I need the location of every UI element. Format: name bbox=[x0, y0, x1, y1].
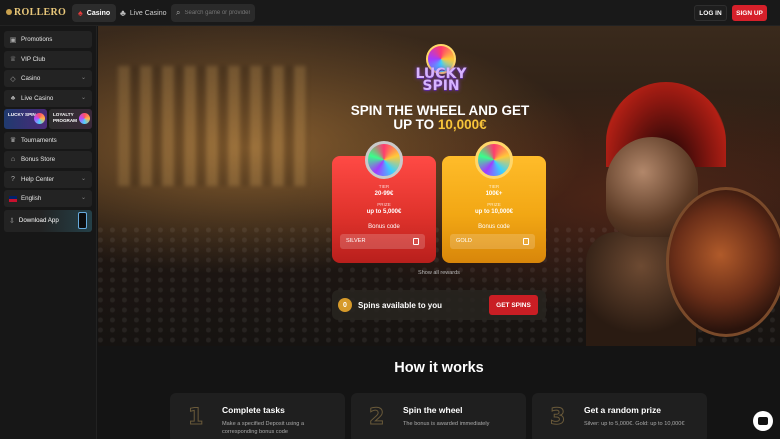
lucky-spin-logo: LUCKY SPIN bbox=[413, 44, 469, 106]
uk-flag-icon bbox=[9, 195, 17, 202]
chevron-down-icon: ⌄ bbox=[80, 75, 86, 81]
trophy-icon: ♛ bbox=[9, 137, 17, 144]
how-it-works-section: How it works 1 Complete tasks Make a spe… bbox=[98, 346, 780, 439]
chevron-down-icon: ⌄ bbox=[80, 94, 86, 101]
sidebar-item-help-center[interactable]: ? Help Center ⌄ bbox=[4, 170, 92, 188]
loyalty-program-promo-card[interactable]: LOYALTY PROGRAM bbox=[49, 109, 92, 129]
live-chat-button[interactable] bbox=[753, 411, 773, 431]
step-card-3: 3 Get a random prize Silver: up to 5,000… bbox=[532, 393, 707, 439]
lucky-spin-hero: LUCKY SPIN SPIN THE WHEEL AND GET UP TO … bbox=[98, 26, 780, 346]
sidebar-item-language[interactable]: English ⌄ bbox=[4, 190, 92, 207]
crown-icon: ♕ bbox=[9, 56, 17, 63]
silver-bonus-code-field[interactable]: SILVER bbox=[340, 234, 425, 249]
step-card-2: 2 Spin the wheel The bonus is awarded im… bbox=[351, 393, 526, 439]
hero-headline: SPIN THE WHEEL AND GET UP TO 10,000€ bbox=[350, 103, 530, 132]
sidebar-item-casino[interactable]: ◇ Casino ⌄ bbox=[4, 70, 92, 87]
copy-icon[interactable] bbox=[523, 238, 529, 245]
main-content: LUCKY SPIN SPIN THE WHEEL AND GET UP TO … bbox=[98, 26, 780, 439]
search-box[interactable]: ⌕ bbox=[171, 4, 255, 22]
store-icon: ⌂ bbox=[10, 156, 16, 163]
silver-wheel-icon bbox=[365, 141, 403, 179]
gold-wheel-icon bbox=[475, 141, 513, 179]
chevron-down-icon: ⌄ bbox=[80, 175, 86, 182]
login-button[interactable]: LOG IN bbox=[694, 5, 727, 21]
wheel-icon bbox=[34, 113, 45, 124]
download-icon: ⇩ bbox=[9, 217, 15, 225]
show-all-rewards-link[interactable]: Show all rewards bbox=[398, 270, 480, 276]
temple-background bbox=[118, 66, 308, 186]
rollero-logo[interactable]: ROLLERO bbox=[6, 7, 66, 18]
sidebar-item-vip-club[interactable]: ♕ VIP Club bbox=[4, 50, 92, 68]
sidebar-item-promotions[interactable]: ▣ Promotions bbox=[4, 31, 92, 48]
phone-icon bbox=[78, 211, 87, 229]
search-input[interactable] bbox=[184, 10, 251, 16]
logo-emblem-icon bbox=[6, 9, 12, 15]
help-icon: ? bbox=[11, 175, 15, 183]
chevron-down-icon: ⌄ bbox=[80, 195, 86, 201]
sidebar-item-tournaments[interactable]: ♛ Tournaments bbox=[4, 131, 92, 149]
silver-wheel-card: TIER 20-99€ PRIZE up to 5,000€ Bonus cod… bbox=[332, 141, 436, 263]
spins-available-panel: 0 Spins available to you GET SPINS bbox=[332, 290, 546, 320]
spins-count-badge: 0 bbox=[338, 298, 352, 312]
how-it-works-title: How it works bbox=[394, 360, 484, 376]
gift-icon: ▣ bbox=[9, 36, 17, 44]
gold-wheel-card: TIER 100€+ PRIZE up to 10,000€ Bonus cod… bbox=[442, 141, 546, 263]
casino-chip-icon: ♠ bbox=[78, 8, 83, 18]
copy-icon[interactable] bbox=[413, 238, 419, 245]
gold-bonus-code-field[interactable]: GOLD bbox=[450, 234, 535, 249]
search-icon: ⌕ bbox=[176, 8, 181, 17]
live-dealer-icon: ♣ bbox=[120, 8, 126, 18]
sidebar-item-bonus-store[interactable]: ⌂ Bonus Store bbox=[4, 151, 92, 168]
top-bar: ROLLERO ♠ Casino ♣ Live Casino ⌕ LOG IN … bbox=[0, 0, 780, 26]
chat-bubble-icon bbox=[758, 417, 768, 425]
live-dealer-icon: ♣ bbox=[10, 94, 16, 102]
step-card-1: 1 Complete tasks Make a specified Deposi… bbox=[170, 393, 345, 439]
sidebar-promo-row: LUCKY SPIN LOYALTY PROGRAM bbox=[4, 109, 92, 129]
download-app-button[interactable]: ⇩ Download App bbox=[4, 209, 92, 232]
tab-live-casino[interactable]: ♣ Live Casino bbox=[114, 4, 172, 22]
loyalty-badge-icon bbox=[79, 113, 90, 124]
tab-casino[interactable]: ♠ Casino bbox=[72, 4, 117, 22]
get-spins-button[interactable]: GET SPINS bbox=[489, 295, 538, 315]
lucky-spin-promo-card[interactable]: LUCKY SPIN bbox=[4, 109, 47, 129]
sidebar: ▣ Promotions ♕ VIP Club ◇ Casino ⌄ ♣ Liv… bbox=[0, 26, 97, 439]
diamond-icon: ◇ bbox=[10, 75, 16, 83]
signup-button[interactable]: SIGN UP bbox=[732, 5, 767, 21]
sidebar-item-live-casino[interactable]: ♣ Live Casino ⌄ bbox=[4, 89, 92, 107]
